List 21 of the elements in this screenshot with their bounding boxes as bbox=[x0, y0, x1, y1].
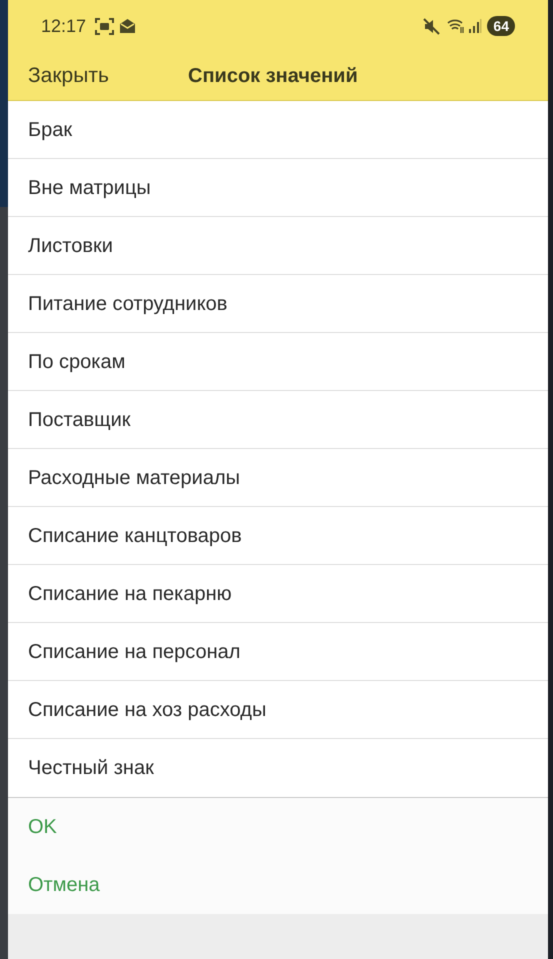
signal-icon bbox=[468, 18, 482, 34]
list-item[interactable]: Честный знак bbox=[8, 739, 548, 797]
mail-icon bbox=[119, 18, 136, 34]
list-item[interactable]: Списание на персонал bbox=[8, 623, 548, 681]
status-time: 12:17 bbox=[41, 14, 86, 38]
mute-icon bbox=[423, 18, 440, 34]
list-item[interactable]: Списание канцтоваров bbox=[8, 507, 548, 565]
list-item[interactable]: Вне матрицы bbox=[8, 159, 548, 217]
dialog-title: Список значений bbox=[188, 64, 358, 89]
list-item[interactable]: Списание на хоз расходы bbox=[8, 681, 548, 739]
list-item[interactable]: Брак bbox=[8, 101, 548, 159]
close-button[interactable]: Закрыть bbox=[28, 60, 109, 92]
list-item[interactable]: Списание на пекарню bbox=[8, 565, 548, 623]
list-item[interactable]: Питание сотрудников bbox=[8, 275, 548, 333]
battery-level: 64 bbox=[487, 16, 515, 36]
screenshot-icon bbox=[95, 18, 114, 34]
list-item[interactable]: Расходные материалы bbox=[8, 449, 548, 507]
list-item[interactable]: По срокам bbox=[8, 333, 548, 391]
list-item[interactable]: Поставщик bbox=[8, 391, 548, 449]
wifi-icon bbox=[447, 18, 466, 34]
list-item[interactable]: Листовки bbox=[8, 217, 548, 275]
